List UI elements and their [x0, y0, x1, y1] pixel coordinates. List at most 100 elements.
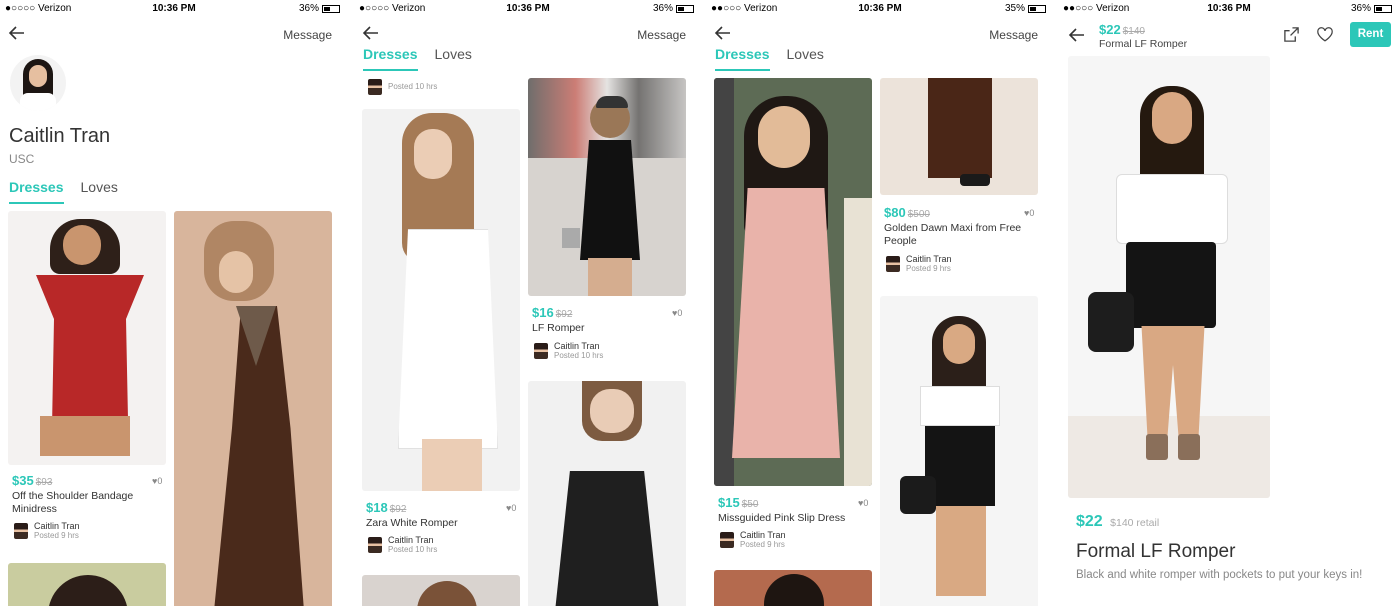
original-price: $92: [555, 309, 573, 320]
battery-percent: 36%: [652, 3, 673, 14]
status-bar: ●○○○○ Verizon 10:36 PM 36%: [0, 2, 348, 16]
posted-time: Posted 9 hrs: [740, 540, 785, 549]
screen-dresses-feed: ●○○○○ Verizon 10:36 PM 36% Message Dress…: [354, 0, 702, 606]
price: $80: [884, 205, 906, 220]
back-arrow-icon[interactable]: [362, 24, 380, 42]
product-title[interactable]: Zara White Romper: [366, 517, 516, 530]
battery-percent: 36%: [298, 3, 319, 14]
original-price: $50: [741, 499, 759, 510]
heart-icon[interactable]: [1316, 26, 1334, 43]
seller-info: Caitlin Tran Posted 10 hrs: [534, 341, 603, 361]
product-image-next[interactable]: [8, 563, 166, 606]
product-image-brown-gown[interactable]: [174, 211, 332, 606]
clock: 10:36 PM: [506, 3, 550, 14]
tab-loves[interactable]: Loves: [787, 46, 824, 71]
message-button[interactable]: Message: [637, 28, 686, 42]
screen-profile: ●○○○○ Verizon 10:36 PM 36% Message Caitl…: [0, 0, 348, 606]
seller-info: Posted 10 hrs: [368, 79, 437, 95]
posted-time: Posted 10 hrs: [388, 545, 438, 554]
tab-dresses[interactable]: Dresses: [9, 179, 64, 204]
seller-name: Caitlin Tran: [740, 530, 786, 540]
seller-name: Caitlin Tran: [388, 535, 434, 545]
seller-avatar: [534, 343, 548, 359]
price: $18: [366, 500, 388, 515]
product-image-main: [1068, 56, 1270, 498]
like-count[interactable]: ♥0: [506, 503, 516, 513]
clock: 10:36 PM: [1207, 3, 1251, 14]
tab-loves[interactable]: Loves: [81, 179, 118, 204]
battery-icon: [676, 4, 694, 13]
profile-name: Caitlin Tran: [9, 125, 111, 147]
detail-title: Formal LF Romper: [1076, 541, 1236, 562]
tab-dresses[interactable]: Dresses: [715, 46, 770, 71]
status-bar: ●○○○○ Verizon 10:36 PM 36%: [354, 2, 702, 16]
status-bar: ●●○○○ Verizon 10:36 PM 36%: [1058, 2, 1400, 16]
product-image-black-slip[interactable]: [528, 381, 686, 606]
share-icon[interactable]: [1283, 26, 1300, 43]
price: $16: [532, 305, 554, 320]
seller-avatar: [368, 79, 382, 95]
posted-time: Posted 10 hrs: [388, 82, 438, 91]
battery-percent: 35%: [1004, 3, 1025, 14]
like-count[interactable]: ♥0: [152, 476, 162, 486]
detail-description: Black and white romper with pockets to p…: [1076, 569, 1363, 581]
seller-info: Caitlin Tran Posted 9 hrs: [886, 254, 952, 274]
header-title: Formal LF Romper: [1099, 38, 1188, 50]
battery-icon: [1374, 4, 1392, 13]
like-count[interactable]: ♥0: [858, 498, 868, 508]
product-title[interactable]: Off the Shoulder Bandage Minidress: [12, 490, 162, 516]
product-title[interactable]: LF Romper: [532, 322, 682, 335]
avatar: [10, 55, 66, 111]
product-image-white-romper[interactable]: [362, 109, 520, 491]
original-price: $92: [389, 504, 407, 515]
retail-price: $140 retail: [1110, 517, 1160, 529]
seller-avatar: [368, 537, 382, 553]
battery-percent: 36%: [1350, 3, 1371, 14]
seller-name: Caitlin Tran: [554, 341, 600, 351]
clock: 10:36 PM: [858, 3, 902, 14]
back-arrow-icon[interactable]: [8, 24, 26, 42]
seller-info: Caitlin Tran Posted 10 hrs: [368, 535, 437, 555]
price: $35: [12, 473, 34, 488]
header-original-price: $140: [1122, 26, 1145, 37]
product-image-lf-romper[interactable]: [528, 78, 686, 296]
product-title[interactable]: Missguided Pink Slip Dress: [718, 512, 873, 525]
seller-info: Caitlin Tran Posted 9 hrs: [720, 530, 786, 550]
like-count[interactable]: ♥0: [672, 308, 682, 318]
seller-avatar: [14, 523, 28, 539]
tab-bar: Dresses Loves: [9, 179, 118, 204]
original-price: $93: [35, 477, 53, 488]
status-bar: ●●○○○ Verizon 10:36 PM 35%: [706, 2, 1054, 16]
product-image-next[interactable]: [714, 570, 872, 606]
screen-dresses-feed-2: ●●○○○ Verizon 10:36 PM 35% Message Dress…: [706, 0, 1054, 606]
back-arrow-icon[interactable]: [1068, 26, 1086, 44]
product-image-red-dress[interactable]: [8, 211, 166, 465]
message-button[interactable]: Message: [283, 28, 332, 42]
tab-bar: Dresses Loves: [363, 46, 472, 71]
product-image-formal-romper[interactable]: [880, 296, 1038, 606]
seller-name: Caitlin Tran: [906, 254, 952, 264]
profile-school: USC: [9, 152, 35, 166]
product-title[interactable]: Golden Dawn Maxi from Free People: [884, 222, 1032, 248]
seller-name: Caitlin Tran: [34, 521, 80, 531]
posted-time: Posted 10 hrs: [554, 351, 604, 360]
battery-icon: [322, 4, 340, 13]
product-image-pink-slip[interactable]: [714, 78, 872, 486]
tab-dresses[interactable]: Dresses: [363, 46, 418, 71]
posted-time: Posted 9 hrs: [34, 531, 79, 540]
detail-price: $22: [1076, 513, 1103, 530]
product-image-maxi[interactable]: [880, 78, 1038, 195]
seller-avatar: [886, 256, 900, 272]
tab-loves[interactable]: Loves: [435, 46, 472, 71]
back-arrow-icon[interactable]: [714, 24, 732, 42]
battery-icon: [1028, 4, 1046, 13]
tab-bar: Dresses Loves: [715, 46, 824, 71]
like-count[interactable]: ♥0: [1024, 208, 1034, 218]
price: $15: [718, 495, 740, 510]
rent-button[interactable]: Rent: [1350, 22, 1391, 47]
screen-product-detail: ●●○○○ Verizon 10:36 PM 36% $22 $140 Forma…: [1058, 0, 1400, 606]
message-button[interactable]: Message: [989, 28, 1038, 42]
original-price: $500: [907, 209, 930, 220]
posted-time: Posted 9 hrs: [906, 264, 951, 273]
product-image-next[interactable]: [362, 575, 520, 606]
